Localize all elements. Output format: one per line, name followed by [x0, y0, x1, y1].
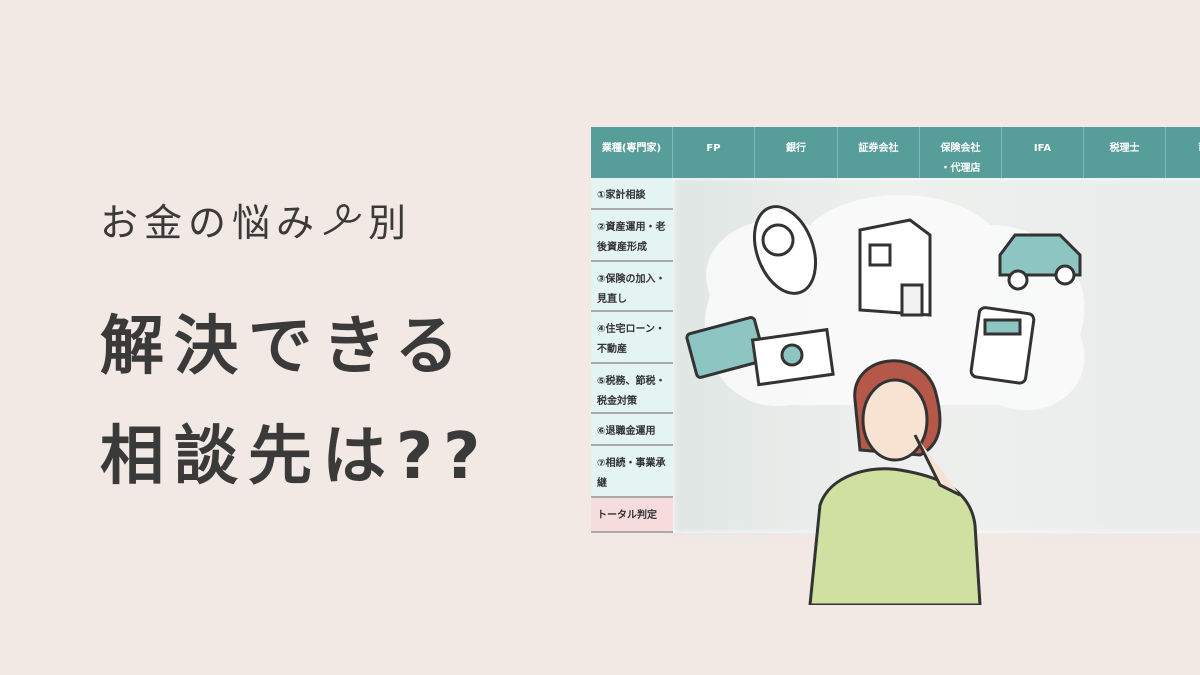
- table-row-label: ③保険の加入・見直し: [591, 262, 673, 312]
- table-header-3: 証券会社: [838, 127, 920, 178]
- table-row-label: ①家計相談: [591, 178, 673, 210]
- headline-line3: 相談先は??: [100, 420, 491, 494]
- swirl-icon: [323, 203, 362, 235]
- house-icon: [858, 218, 932, 317]
- table-row-label: ⑤税務、節税・税金対策: [591, 364, 673, 414]
- table-header-7: 司法: [1166, 127, 1200, 178]
- table-header-4: 保険会社 ・代理店: [920, 127, 1002, 178]
- table-header-0: 業種(専門家): [591, 127, 673, 178]
- calculator-icon: [969, 306, 1036, 385]
- table-row-label: ④住宅ローン・不動産: [591, 312, 673, 364]
- headline-line1-suffix: 別: [368, 201, 413, 245]
- headline-line2: 解決できる: [100, 310, 469, 384]
- banknote-icon: [750, 327, 835, 387]
- table-header-5: IFA: [1002, 127, 1084, 178]
- table-row-label: ②資産運用・老後資産形成: [591, 210, 673, 262]
- table-header-2: 銀行: [755, 127, 838, 178]
- headline-line1-text: お金の悩み: [100, 201, 321, 245]
- worried-woman-illustration: [685, 195, 1085, 605]
- table-row-label: トータル判定: [591, 498, 673, 533]
- headline-line1: お金の悩み 別: [100, 192, 412, 247]
- table-header-6: 税理士: [1084, 127, 1166, 178]
- table-header-1: FP: [673, 127, 755, 178]
- table-row-label: ⑥退職金運用: [591, 414, 673, 446]
- table-row-label: ⑦相続・事業承継: [591, 446, 673, 498]
